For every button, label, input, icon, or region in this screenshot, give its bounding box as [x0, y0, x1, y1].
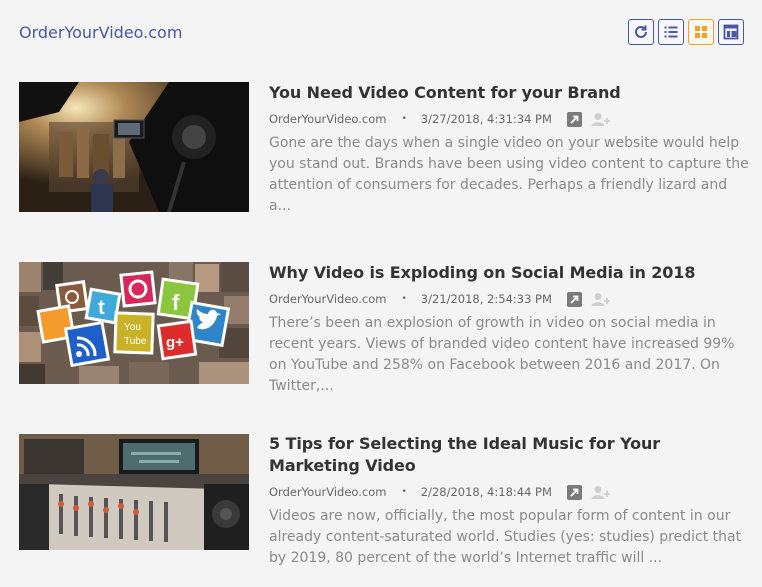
card-view-button[interactable]	[718, 19, 744, 45]
article-source: OrderYourVideo.com	[269, 485, 387, 499]
article-thumbnail[interactable]: t f You Tube g+	[19, 262, 249, 384]
share-external-icon[interactable]	[566, 291, 582, 307]
article-title[interactable]: 5 Tips for Selecting the Ideal Music for…	[269, 433, 751, 477]
refresh-button[interactable]	[628, 19, 654, 45]
video-camera-studio-image	[19, 82, 249, 212]
article-meta: OrderYourVideo.com • 2/28/2018, 4:18:44 …	[269, 483, 751, 501]
article-body: Why Video is Exploding on Social Media i…	[269, 262, 751, 397]
grid-view-icon	[695, 26, 707, 38]
list-view-icon	[664, 26, 678, 38]
article-source: OrderYourVideo.com	[269, 112, 387, 126]
grid-view-button[interactable]	[688, 19, 714, 45]
meta-separator: •	[401, 294, 407, 304]
youtube-logo-text-bottom: Tube	[124, 336, 147, 347]
list-view-button[interactable]	[658, 19, 684, 45]
article-excerpt: Gone are the days when a single video on…	[269, 135, 749, 214]
add-user-icon[interactable]	[590, 485, 610, 500]
youtube-logo-text-top: You	[124, 322, 141, 333]
share-external-icon[interactable]	[566, 484, 582, 500]
add-user-icon[interactable]	[590, 112, 610, 127]
add-user-icon[interactable]	[590, 292, 610, 307]
social-media-icons-image: t f You Tube g+	[19, 262, 249, 384]
article-body: You Need Video Content for your Brand Or…	[269, 82, 751, 217]
article-excerpt: There’s been an explosion of growth in v…	[269, 315, 735, 394]
article-meta: OrderYourVideo.com • 3/27/2018, 4:31:34 …	[269, 110, 751, 128]
article-date: 2/28/2018, 4:18:44 PM	[420, 485, 552, 499]
article-source: OrderYourVideo.com	[269, 292, 387, 306]
svg-text:t: t	[98, 297, 105, 319]
meta-separator: •	[401, 487, 407, 497]
view-toolbar	[628, 19, 744, 45]
meta-separator: •	[401, 114, 407, 124]
site-title-link[interactable]: OrderYourVideo.com	[19, 23, 182, 42]
refresh-icon	[635, 25, 647, 38]
share-external-icon[interactable]	[566, 111, 582, 127]
audio-mixer-studio-image	[19, 434, 249, 550]
article-body: 5 Tips for Selecting the Ideal Music for…	[269, 433, 751, 569]
article-thumbnail[interactable]	[19, 434, 249, 550]
article-thumbnail[interactable]	[19, 82, 249, 212]
gplus-logo-text: g+	[166, 334, 184, 351]
article-excerpt: Videos are now, officially, the most pop…	[269, 508, 742, 566]
card-view-icon	[723, 24, 739, 40]
article-meta: OrderYourVideo.com • 3/21/2018, 2:54:33 …	[269, 290, 751, 308]
article-date: 3/21/2018, 2:54:33 PM	[420, 292, 552, 306]
article-title[interactable]: Why Video is Exploding on Social Media i…	[269, 262, 751, 284]
article-title[interactable]: You Need Video Content for your Brand	[269, 82, 751, 104]
svg-text:f: f	[172, 290, 180, 315]
article-date: 3/27/2018, 4:31:34 PM	[420, 112, 552, 126]
